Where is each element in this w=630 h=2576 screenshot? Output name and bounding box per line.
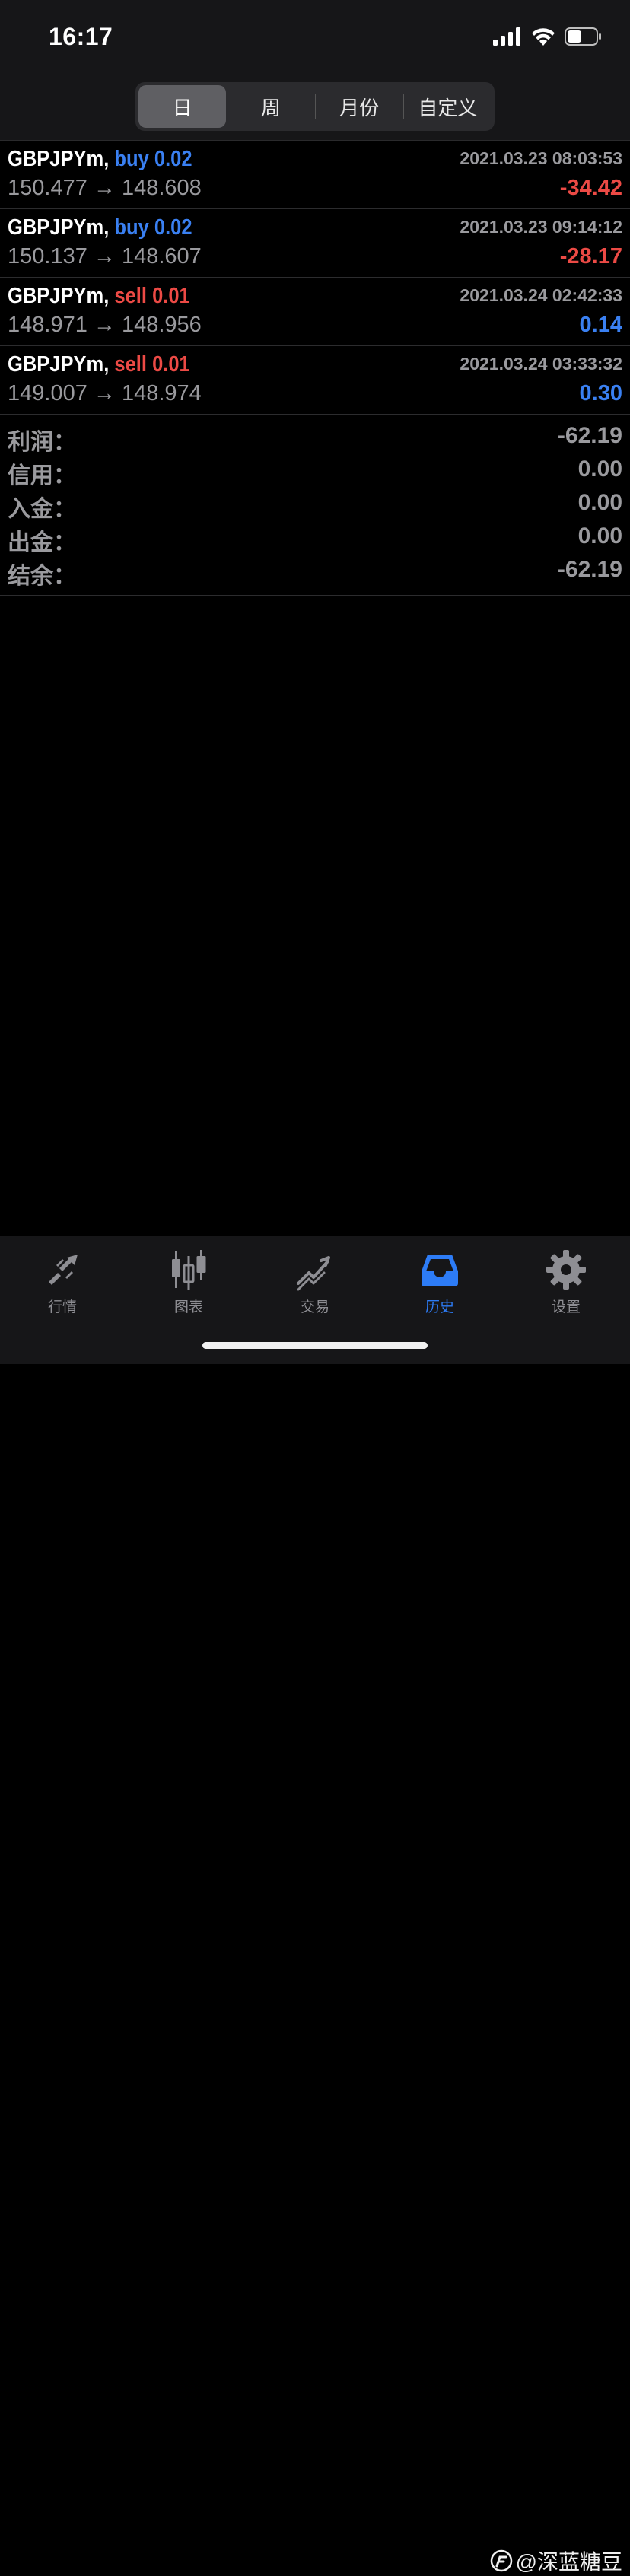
- tab-history[interactable]: 历史: [394, 1248, 485, 1325]
- tab-settings[interactable]: 设置: [520, 1248, 612, 1325]
- history-icon: [422, 1255, 458, 1286]
- trade-profit: -28.17: [559, 244, 622, 269]
- trade-volume: 0.02: [154, 215, 192, 240]
- period-tab-month[interactable]: 月份: [316, 85, 403, 128]
- tab-label: 行情: [47, 1299, 77, 1315]
- trade-side: sell: [114, 284, 147, 308]
- summary-row-profit: 利润： -62.19: [0, 420, 630, 455]
- battery-icon: [565, 27, 601, 46]
- trade-row[interactable]: GBPJPYm, buy 0.02 2021.03.23 08:03:53 15…: [0, 141, 630, 209]
- trade-symbol: GBPJPYm,: [8, 147, 110, 171]
- trade-prices: 150.137 → 148.607: [8, 244, 202, 269]
- summary-value: -62.19: [557, 557, 622, 582]
- period-selector-area: 日 周 月份 自定义: [0, 76, 630, 141]
- summary-label: 信用：: [8, 463, 76, 488]
- summary-row-deposit: 入金： 0.00: [0, 487, 630, 522]
- period-tab-day[interactable]: 日: [138, 85, 227, 128]
- summary-value: -62.19: [557, 423, 622, 448]
- status-icons: [493, 27, 603, 46]
- trade-symbol-line: GBPJPYm, buy 0.02: [8, 215, 192, 240]
- trade-profit: 0.14: [579, 313, 622, 337]
- watermark: @深蓝糖豆: [490, 2546, 622, 2576]
- tab-quotes[interactable]: 行情: [17, 1248, 108, 1325]
- trade-volume: 0.01: [152, 352, 190, 377]
- period-selector: 日 周 月份 自定义: [135, 82, 495, 131]
- summary-row-credit: 信用： 0.00: [0, 453, 630, 488]
- trade-symbol-line: GBPJPYm, buy 0.02: [8, 147, 192, 172]
- summary-value: 0.00: [578, 523, 622, 549]
- trade-row[interactable]: GBPJPYm, buy 0.02 2021.03.23 09:14:12 15…: [0, 209, 630, 278]
- trade-prices: 150.477 → 148.608: [8, 176, 202, 200]
- summary-label: 出金：: [8, 530, 76, 555]
- trade-row[interactable]: GBPJPYm, sell 0.01 2021.03.24 03:33:32 1…: [0, 346, 630, 415]
- period-tab-custom[interactable]: 自定义: [404, 85, 492, 128]
- summary-value: 0.00: [578, 490, 622, 515]
- trade-prices: 148.971 → 148.956: [8, 313, 202, 337]
- tab-label: 图表: [173, 1299, 203, 1315]
- trade-volume: 0.02: [154, 147, 192, 171]
- trade-time: 2021.03.23 09:14:12: [460, 217, 622, 237]
- trade-time: 2021.03.23 08:03:53: [460, 148, 622, 168]
- trade-history-list: GBPJPYm, buy 0.02 2021.03.23 08:03:53 15…: [0, 141, 630, 415]
- tab-label: 交易: [300, 1299, 329, 1315]
- wifi-icon: [532, 28, 555, 46]
- gear-icon: [546, 1250, 586, 1290]
- trade-symbol-line: GBPJPYm, sell 0.01: [8, 352, 190, 377]
- trade-symbol: GBPJPYm,: [8, 352, 110, 377]
- trade-profit: -34.42: [559, 176, 622, 200]
- trade-icon: [297, 1256, 330, 1291]
- trade-symbol-line: GBPJPYm, sell 0.01: [8, 284, 190, 309]
- trade-side: buy: [114, 215, 149, 240]
- tab-label: 历史: [425, 1299, 454, 1315]
- quotes-icon: [49, 1255, 78, 1285]
- watermark-logo-icon: [490, 2549, 512, 2572]
- trade-side: sell: [114, 352, 147, 377]
- summary-label: 结余：: [8, 564, 76, 589]
- tab-trade[interactable]: 交易: [269, 1248, 361, 1325]
- summary-label: 利润：: [8, 430, 76, 455]
- tab-label: 设置: [551, 1299, 581, 1315]
- trade-time: 2021.03.24 03:33:32: [460, 354, 622, 374]
- tab-chart[interactable]: 图表: [143, 1248, 234, 1325]
- trade-row[interactable]: GBPJPYm, sell 0.01 2021.03.24 02:42:33 1…: [0, 278, 630, 346]
- summary-row-withdrawal: 出金： 0.00: [0, 520, 630, 555]
- trade-time: 2021.03.24 02:42:33: [460, 285, 622, 305]
- trade-prices: 149.007 → 148.974: [8, 381, 202, 405]
- status-bar: 16:17: [0, 0, 630, 76]
- summary-value: 0.00: [578, 456, 622, 482]
- trade-symbol: GBPJPYm,: [8, 215, 110, 240]
- trade-symbol: GBPJPYm,: [8, 284, 110, 308]
- summary-row-balance: 结余： -62.19: [0, 554, 630, 589]
- home-indicator[interactable]: [202, 1342, 428, 1349]
- trade-profit: 0.30: [579, 381, 622, 405]
- status-time: 16:17: [49, 23, 113, 50]
- trade-volume: 0.01: [152, 284, 190, 308]
- summary-label: 入金：: [8, 497, 76, 522]
- account-summary: 利润： -62.19 信用： 0.00 入金： 0.00 出金： 0.00 结余…: [0, 420, 630, 596]
- chart-icon: [172, 1250, 206, 1290]
- trade-side: buy: [114, 147, 149, 171]
- period-tab-week[interactable]: 周: [227, 85, 314, 128]
- signal-icon: [493, 27, 520, 46]
- watermark-text: @深蓝糖豆: [515, 2550, 622, 2574]
